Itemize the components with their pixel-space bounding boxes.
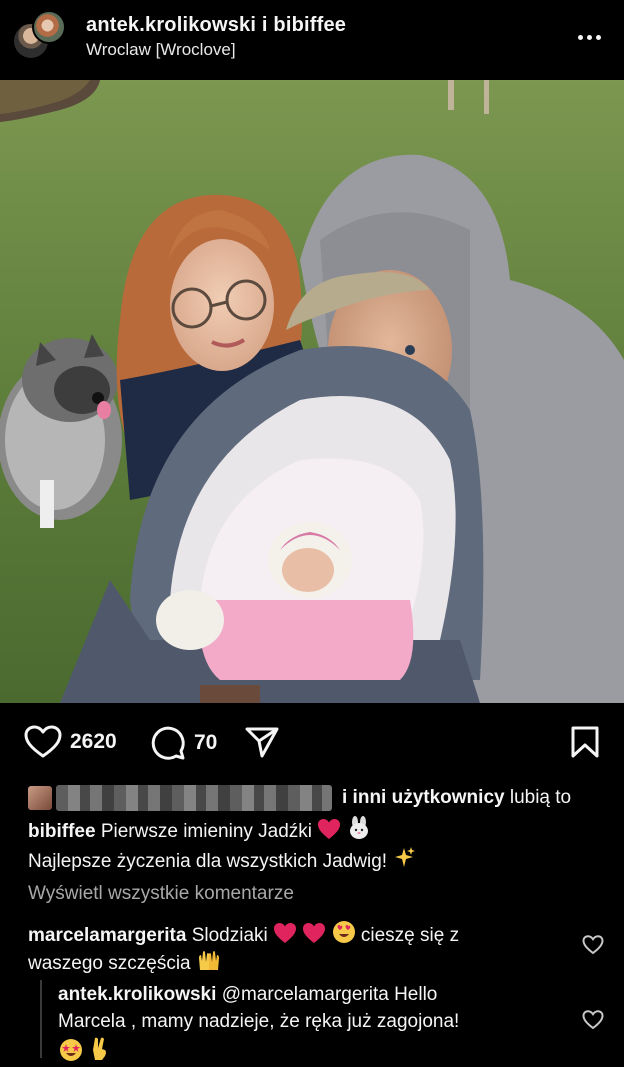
comment-count: 70: [194, 731, 218, 754]
view-all-comments-link[interactable]: Wyświetl wszystkie komentarze: [28, 883, 294, 905]
comment-username[interactable]: marcelamargerita: [28, 925, 186, 946]
account-names[interactable]: antek.krolikowski i bibiffee: [86, 14, 346, 37]
reply-line-2: Marcela , mamy nadzieje, że ręka już zag…: [58, 1011, 460, 1032]
red-heart-emoji: [302, 922, 326, 950]
comment: marcelamargerita Slodziaki cieszę się z: [28, 920, 459, 950]
comment-text: Slodziaki: [191, 925, 268, 946]
heart-icon[interactable]: [24, 725, 62, 759]
photo-illustration: [0, 80, 624, 703]
reply-line-3: [58, 1036, 111, 1067]
bookmark-icon[interactable]: [570, 725, 600, 759]
comment-icon[interactable]: [150, 725, 186, 761]
action-bar: 2620 70: [0, 703, 624, 781]
caption-text-2: Najlepsze życzenia dla wszystkich Jadwig…: [28, 851, 388, 872]
victory-hand-emoji: [89, 1036, 111, 1067]
comment-text-2: cieszę się z: [360, 925, 460, 946]
sparkles-emoji: [392, 846, 416, 876]
comment-action[interactable]: 70: [150, 725, 217, 761]
rabbit-emoji: [347, 816, 371, 846]
likes-others[interactable]: i inni użytkownicy: [342, 787, 505, 809]
reply-thread-line: [40, 980, 42, 1058]
comment-line-2: waszego szczęścia: [28, 948, 222, 978]
blurred-username: [56, 785, 332, 811]
caption-text: Pierwsze imieniny Jadźki: [100, 821, 313, 842]
location-label[interactable]: Wroclaw [Wroclove]: [86, 40, 236, 60]
more-icon[interactable]: [574, 22, 604, 52]
reply-mention[interactable]: @marcelamargerita Hello: [222, 984, 438, 1005]
avatar: [28, 786, 52, 810]
heart-eyes-emoji: [332, 920, 356, 950]
comment-like-heart-icon[interactable]: [582, 934, 604, 956]
bookmark-action[interactable]: [570, 725, 600, 759]
caption-username[interactable]: bibiffee: [28, 821, 96, 842]
post-photo[interactable]: [0, 80, 624, 703]
star-struck-emoji: [58, 1038, 84, 1067]
like-count: 2620: [70, 730, 117, 753]
raising-hands-emoji: [196, 948, 222, 978]
avatar-group[interactable]: [12, 10, 66, 64]
reply-like-heart-icon[interactable]: [582, 1009, 604, 1031]
red-heart-emoji: [273, 922, 297, 950]
reply-username[interactable]: antek.krolikowski: [58, 984, 216, 1005]
caption-line-2: Najlepsze życzenia dla wszystkich Jadwig…: [28, 846, 416, 876]
likes-summary[interactable]: i inni użytkownicy lubią to: [28, 783, 571, 813]
comment-text-3: waszego szczęścia: [28, 953, 191, 974]
likes-suffix: lubią to: [509, 787, 572, 808]
caption: bibiffee Pierwsze imieniny Jadźki: [28, 816, 371, 846]
share-icon[interactable]: [244, 725, 280, 759]
red-heart-emoji: [317, 818, 341, 846]
share-action[interactable]: [244, 725, 280, 759]
avatar[interactable]: [32, 10, 66, 44]
post-header: antek.krolikowski i bibiffee Wroclaw [Wr…: [0, 0, 624, 80]
like-action[interactable]: 2620: [24, 725, 117, 759]
reply: antek.krolikowski @marcelamargerita Hell…: [58, 984, 437, 1006]
